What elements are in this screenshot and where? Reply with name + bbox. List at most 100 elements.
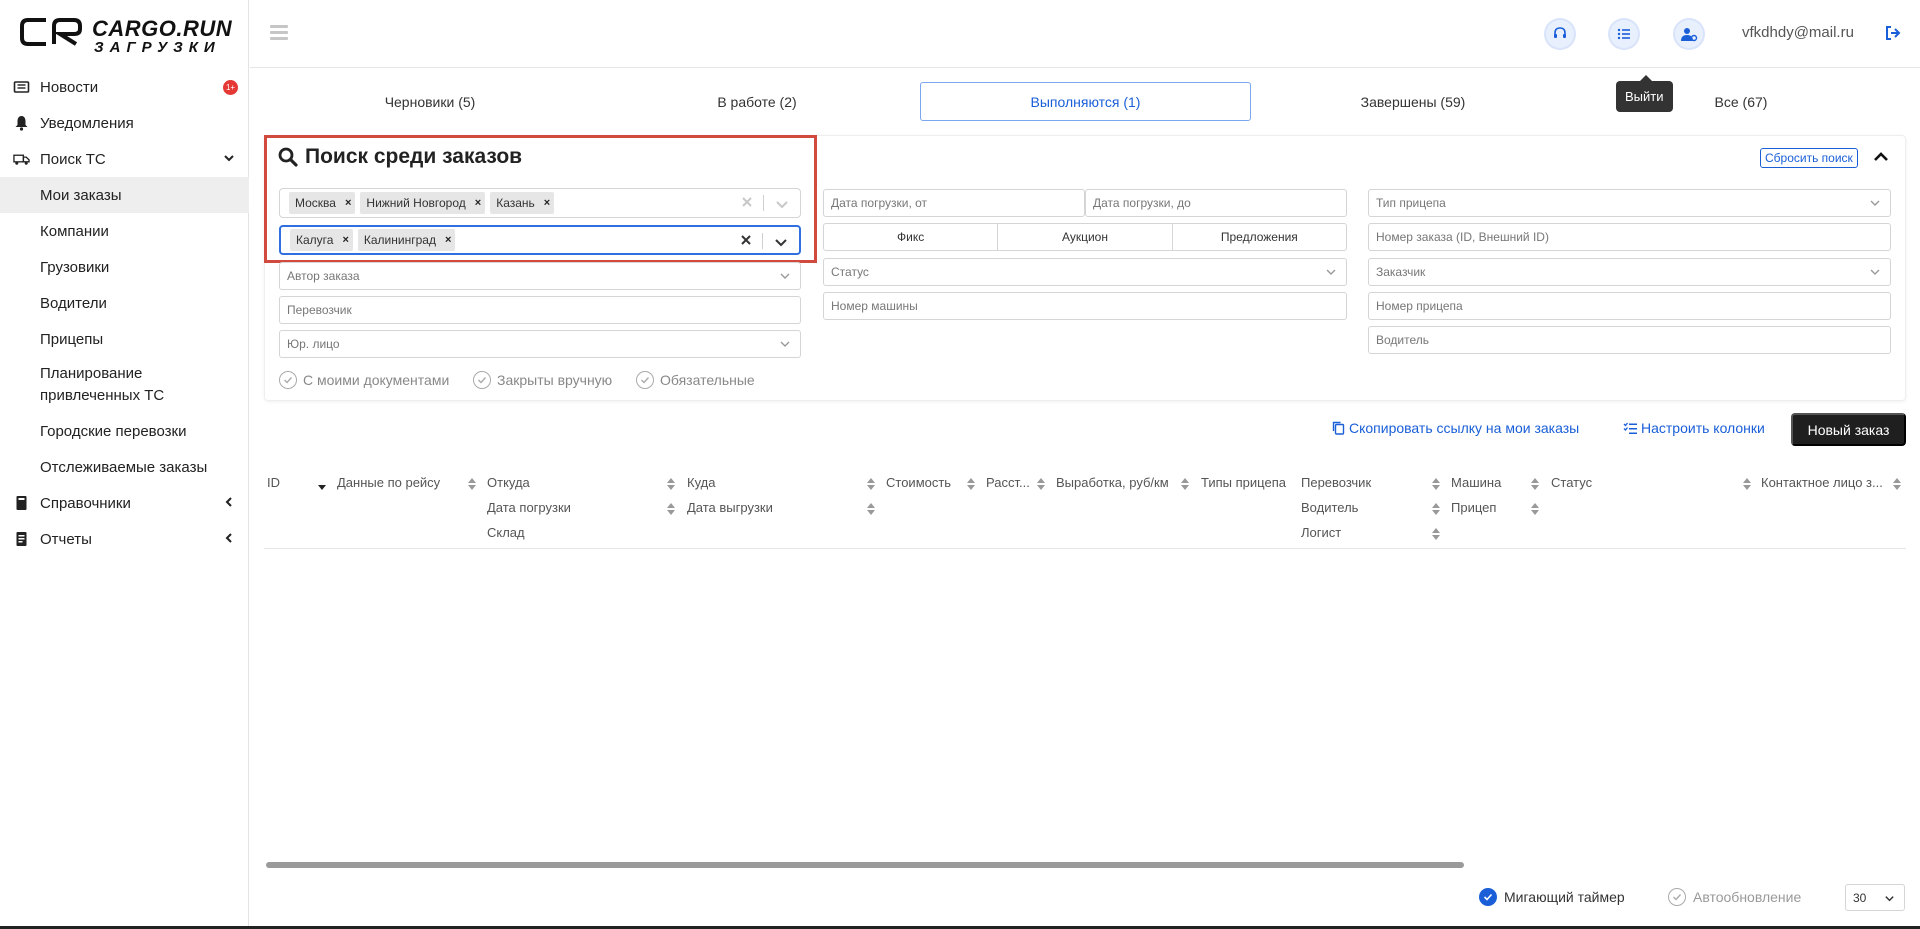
driver-input[interactable]: Водитель — [1368, 326, 1891, 354]
separator — [763, 195, 764, 211]
sort-icon[interactable] — [1432, 503, 1440, 515]
legal-entity-select[interactable]: Юр. лицо — [279, 330, 801, 358]
user-settings-icon[interactable] — [1675, 20, 1703, 48]
chevron-down-icon[interactable] — [775, 197, 789, 211]
chip-remove-icon[interactable]: × — [544, 197, 550, 209]
th-id[interactable]: ID — [267, 475, 280, 490]
sidebar-item-trucks[interactable]: Грузовики — [0, 249, 249, 285]
user-email[interactable]: vfkdhdy@mail.ru — [1742, 24, 1854, 41]
sidebar-item-reports[interactable]: Отчеты — [0, 521, 249, 557]
sort-icon[interactable] — [1743, 478, 1751, 490]
load-date-to-input[interactable]: Дата погрузки, до — [1085, 189, 1347, 217]
trailer-number-input[interactable]: Номер прицепа — [1368, 292, 1891, 320]
copy-link-button[interactable]: Скопировать ссылку на мои заказы — [1332, 420, 1579, 436]
news-badge: 1+ — [223, 80, 238, 95]
chip-label: Казань — [496, 196, 535, 210]
sidebar-item-drivers[interactable]: Водители — [0, 285, 249, 321]
page-size-select[interactable]: 30 — [1845, 884, 1905, 911]
chip-remove-icon[interactable]: × — [445, 234, 451, 246]
sort-icon[interactable] — [1531, 503, 1539, 515]
sidebar-item-city-transport[interactable]: Городские перевозки — [0, 413, 249, 449]
segment-auction[interactable]: Аукцион — [998, 224, 1173, 250]
configure-columns-button[interactable]: Настроить колонки — [1623, 420, 1765, 436]
blinking-timer-toggle[interactable]: Мигающий таймер — [1479, 888, 1625, 906]
car-number-input[interactable]: Номер машины — [823, 292, 1347, 320]
sort-icon[interactable] — [867, 503, 875, 515]
sort-icon[interactable] — [468, 478, 476, 490]
logout-icon[interactable] — [1884, 24, 1902, 42]
sort-icon[interactable] — [867, 478, 875, 490]
th-from[interactable]: Откуда — [487, 475, 530, 490]
check-my-docs[interactable]: С моими документами — [279, 371, 449, 389]
carrier-input[interactable]: Перевозчик — [279, 296, 801, 324]
th-load-date[interactable]: Дата погрузки — [487, 500, 571, 515]
sidebar-item-references[interactable]: Справочники — [0, 485, 249, 521]
tab-all[interactable]: Все (67) — [1641, 82, 1841, 121]
auto-update-toggle[interactable]: Автообновление — [1668, 888, 1801, 906]
sidebar-item-notifications[interactable]: Уведомления — [0, 105, 249, 141]
chevron-down-icon[interactable] — [774, 235, 788, 249]
new-order-button[interactable]: Новый заказ — [1791, 413, 1906, 446]
sort-desc-icon[interactable] — [318, 479, 326, 491]
reset-search-button[interactable]: Сбросить поиск — [1760, 148, 1858, 168]
sort-icon[interactable] — [1893, 478, 1901, 490]
support-icon[interactable] — [1546, 20, 1574, 48]
tab-completed[interactable]: Завершены (59) — [1313, 82, 1513, 121]
sidebar-item-my-orders[interactable]: Мои заказы — [0, 177, 249, 213]
from-cities-select[interactable]: Москва × Нижний Новгород × Казань × — [279, 188, 801, 218]
sort-icon[interactable] — [967, 478, 975, 490]
th-trailer[interactable]: Прицеп — [1451, 500, 1496, 515]
clear-icon[interactable] — [739, 233, 753, 247]
th-status[interactable]: Статус — [1551, 475, 1592, 490]
customer-select[interactable]: Заказчик — [1368, 258, 1891, 286]
trailer-type-select[interactable]: Тип прицепа — [1368, 189, 1891, 217]
th-contact[interactable]: Контактное лицо з... — [1761, 475, 1883, 490]
chip-remove-icon[interactable]: × — [345, 197, 351, 209]
sidebar-item-companies[interactable]: Компании — [0, 213, 249, 249]
chip-remove-icon[interactable]: × — [342, 234, 348, 246]
th-cost[interactable]: Стоимость — [886, 475, 951, 490]
list-icon[interactable] — [1610, 20, 1638, 48]
sidebar-item-planning[interactable]: Планирование привлеченных ТС — [0, 357, 249, 413]
tab-in-progress[interactable]: Выполняются (1) — [920, 82, 1251, 121]
chevron-up-icon[interactable] — [1872, 148, 1890, 166]
th-carrier[interactable]: Перевозчик — [1301, 475, 1371, 490]
segment-fix[interactable]: Фикс — [824, 224, 999, 250]
order-number-input[interactable]: Номер заказа (ID, Внешний ID) — [1368, 223, 1891, 251]
th-driver[interactable]: Водитель — [1301, 500, 1358, 515]
th-trip[interactable]: Данные по рейсу — [337, 475, 440, 490]
sort-icon[interactable] — [1432, 528, 1440, 540]
sidebar-item-search-vehicles[interactable]: Поиск ТС — [0, 141, 249, 177]
brand-logo[interactable]: CARGO.RUN ЗАГРУЗКИ — [20, 14, 232, 56]
horizontal-scrollbar[interactable] — [266, 862, 1464, 868]
status-select[interactable]: Статус — [823, 258, 1347, 286]
th-warehouse[interactable]: Склад — [487, 525, 525, 540]
chip-remove-icon[interactable]: × — [475, 197, 481, 209]
sidebar-item-news[interactable]: Новости 1+ — [0, 69, 249, 105]
tab-drafts[interactable]: Черновики (5) — [330, 82, 530, 121]
segment-offers[interactable]: Предложения — [1173, 224, 1346, 250]
sort-icon[interactable] — [1181, 478, 1189, 490]
sort-icon[interactable] — [1037, 478, 1045, 490]
tab-in-work[interactable]: В работе (2) — [657, 82, 857, 121]
sort-icon[interactable] — [1531, 478, 1539, 490]
th-logist[interactable]: Логист — [1301, 525, 1341, 540]
th-to[interactable]: Куда — [687, 475, 715, 490]
th-trailer-types[interactable]: Типы прицепа — [1201, 475, 1286, 490]
th-unload-date[interactable]: Дата выгрузки — [687, 500, 773, 515]
th-output[interactable]: Выработка, руб/км — [1056, 475, 1169, 490]
sort-icon[interactable] — [667, 478, 675, 490]
sort-icon[interactable] — [667, 503, 675, 515]
th-distance[interactable]: Расст... — [986, 475, 1030, 490]
sidebar-item-tracked-orders[interactable]: Отслеживаемые заказы — [0, 449, 249, 485]
check-required[interactable]: Обязательные — [636, 371, 755, 389]
menu-toggle-icon[interactable] — [270, 25, 288, 41]
sort-icon[interactable] — [1432, 478, 1440, 490]
sidebar-item-trailers[interactable]: Прицепы — [0, 321, 249, 357]
author-select[interactable]: Автор заказа — [279, 262, 801, 290]
clear-icon[interactable] — [740, 195, 754, 209]
th-car[interactable]: Машина — [1451, 475, 1501, 490]
check-closed-manually[interactable]: Закрыты вручную — [473, 371, 612, 389]
to-cities-select[interactable]: Калуга × Калининград × — [279, 225, 801, 255]
load-date-from-input[interactable]: Дата погрузки, от — [823, 189, 1085, 217]
